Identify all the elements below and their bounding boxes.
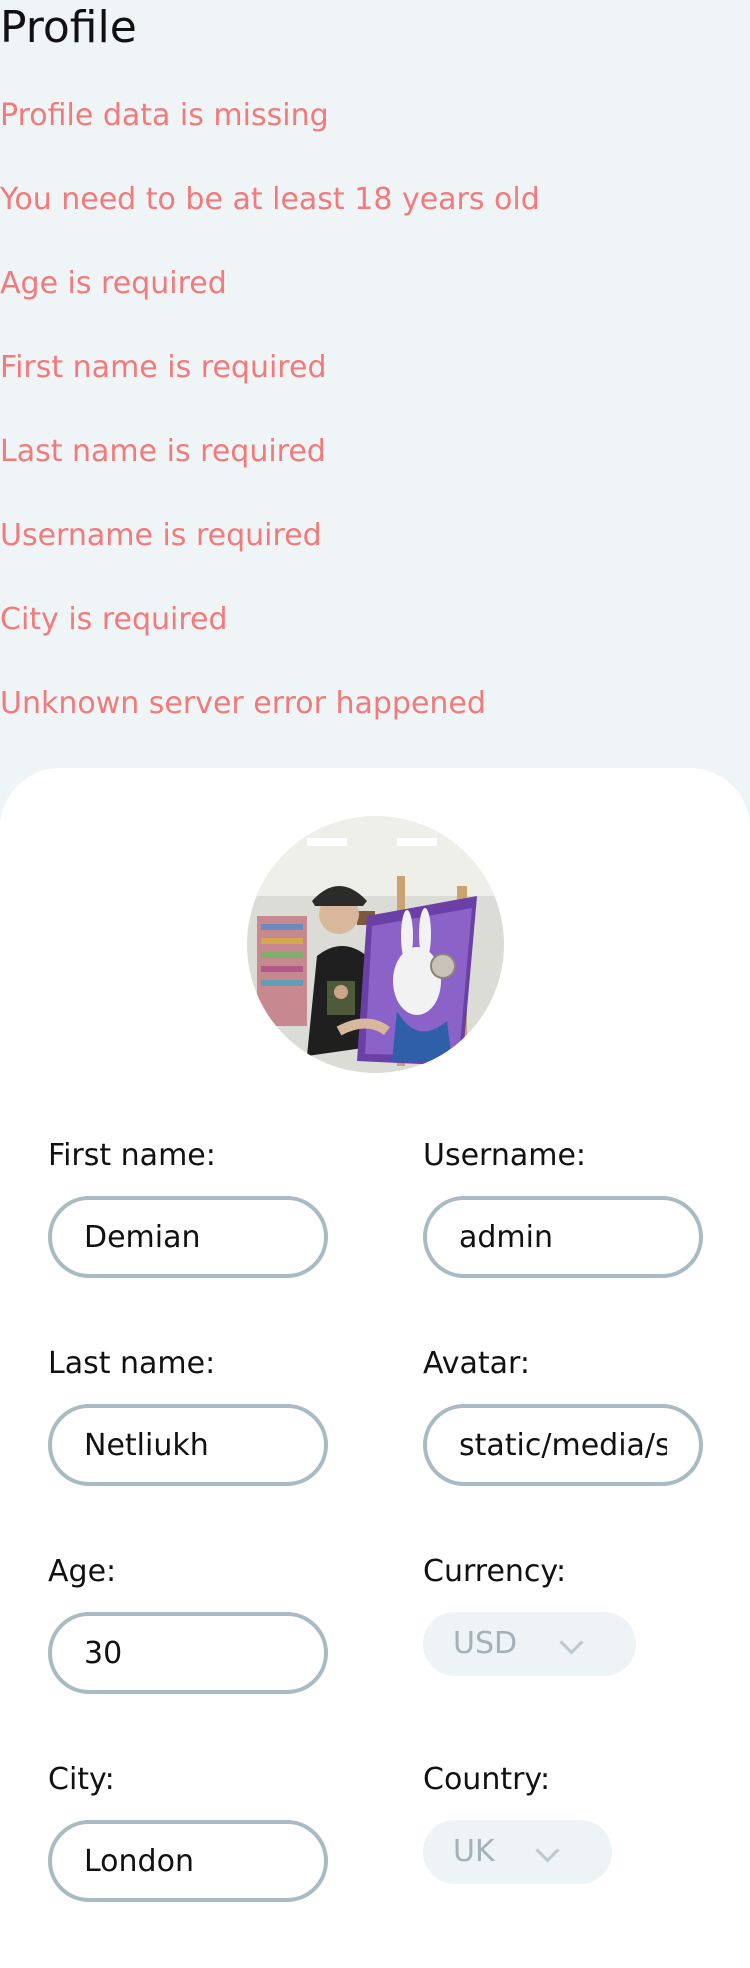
error-message: Age is required xyxy=(0,266,227,301)
error-message: You need to be at least 18 years old xyxy=(0,182,540,217)
page-title: Profile xyxy=(0,2,137,53)
currency-select[interactable]: USD xyxy=(423,1612,636,1676)
error-message: Profile data is missing xyxy=(0,98,329,133)
chevron-down-icon xyxy=(559,1630,584,1655)
username-label: Username: xyxy=(423,1138,587,1173)
first-name-label: First name: xyxy=(48,1138,216,1173)
last-name-input[interactable] xyxy=(48,1404,328,1486)
last-name-label: Last name: xyxy=(48,1346,216,1381)
country-label: Country: xyxy=(423,1762,551,1797)
chevron-down-icon xyxy=(535,1838,560,1863)
avatar-label: Avatar: xyxy=(423,1346,530,1381)
username-input[interactable] xyxy=(423,1196,703,1278)
error-message: Username is required xyxy=(0,518,322,553)
city-label: City: xyxy=(48,1762,115,1797)
avatar-url-input[interactable] xyxy=(423,1404,703,1486)
age-input[interactable] xyxy=(48,1612,328,1694)
city-input[interactable] xyxy=(48,1820,328,1902)
currency-label: Currency: xyxy=(423,1554,567,1589)
error-list: Profile data is missing You need to be a… xyxy=(0,96,540,768)
error-message: First name is required xyxy=(0,350,327,385)
currency-select-value: USD xyxy=(453,1626,518,1661)
error-message: City is required xyxy=(0,602,228,637)
error-message: Last name is required xyxy=(0,434,326,469)
country-select-value: UK xyxy=(453,1834,495,1869)
first-name-input[interactable] xyxy=(48,1196,328,1278)
age-label: Age: xyxy=(48,1554,117,1589)
profile-card: First name: Last name: Age: City: Userna… xyxy=(0,768,750,1968)
error-message: Unknown server error happened xyxy=(0,686,486,721)
avatar xyxy=(247,816,504,1073)
country-select[interactable]: UK xyxy=(423,1820,612,1884)
